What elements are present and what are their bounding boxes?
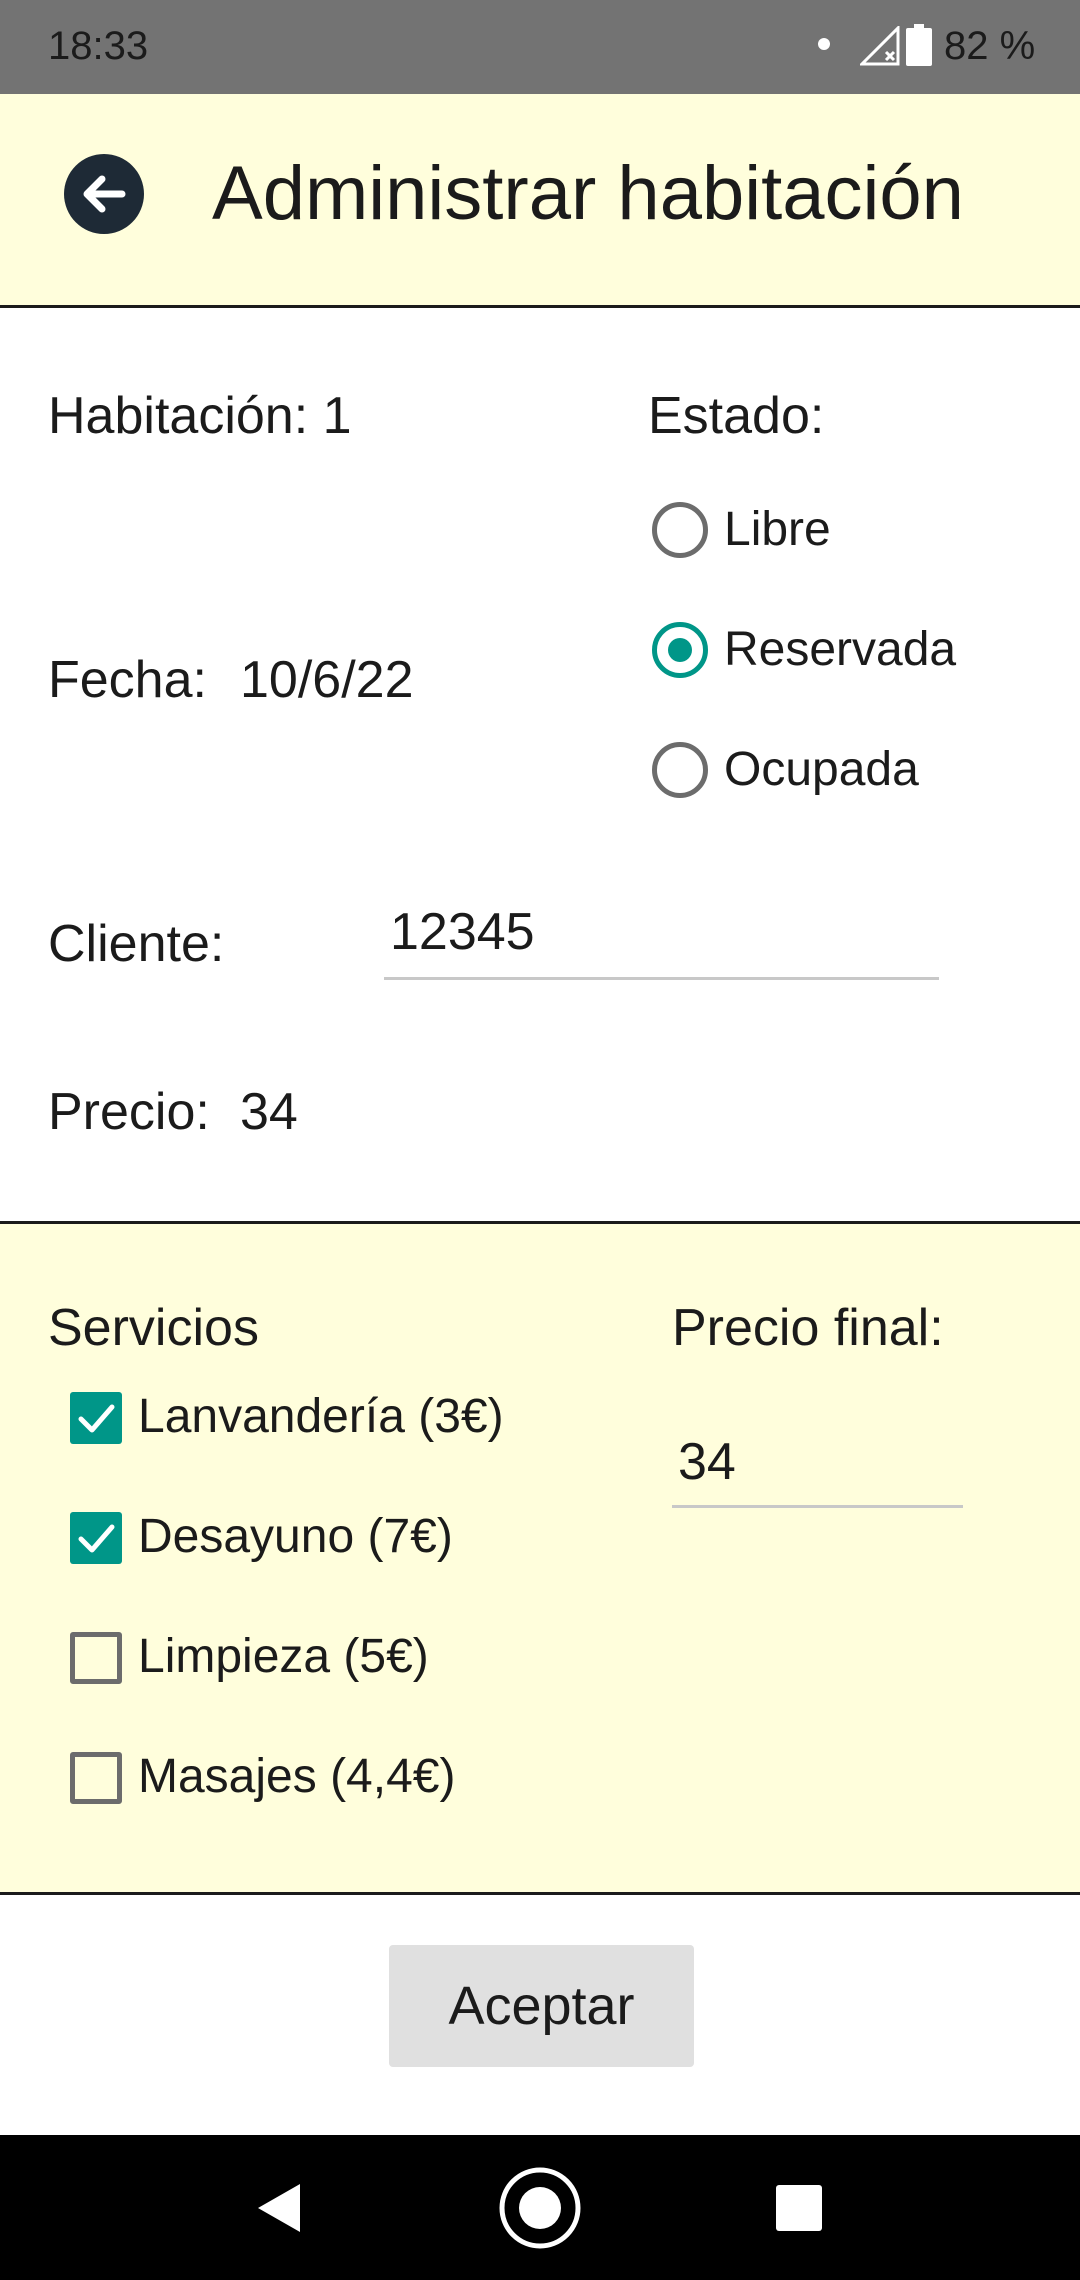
- price-value: 34: [240, 1083, 298, 1141]
- radio-libre[interactable]: [652, 502, 708, 558]
- radio-button-icon: [652, 502, 708, 558]
- check-icon: [78, 1404, 115, 1433]
- final-price-label: Precio final:: [672, 1299, 944, 1357]
- battery-icon: [906, 24, 932, 66]
- nav-back-icon[interactable]: [254, 2182, 304, 2234]
- check-icon: [78, 1524, 115, 1553]
- final-price-input[interactable]: 34: [678, 1430, 736, 1494]
- room-number-label: Habitación: 1: [48, 387, 352, 445]
- client-input-underline: [384, 977, 939, 980]
- status-label: Estado:: [648, 387, 825, 445]
- service-limpieza-label[interactable]: Limpieza (5€): [138, 1627, 429, 1687]
- client-input[interactable]: 12345: [390, 900, 535, 964]
- services-title: Servicios: [48, 1299, 259, 1357]
- radio-ocupada-label[interactable]: Ocupada: [724, 740, 919, 800]
- service-masajes-label[interactable]: Masajes (4,4€): [138, 1747, 455, 1807]
- status-time: 18:33: [48, 24, 149, 68]
- checkbox-desayuno[interactable]: [70, 1512, 122, 1564]
- radio-button-icon: [652, 742, 708, 798]
- accept-button[interactable]: Aceptar: [389, 1945, 694, 2067]
- final-price-underline: [672, 1505, 963, 1508]
- price-label: Precio:: [48, 1083, 210, 1141]
- checkbox-limpieza[interactable]: [70, 1632, 122, 1684]
- nav-recents-icon[interactable]: [776, 2185, 822, 2231]
- radio-button-selected-icon: [652, 622, 708, 678]
- nav-home-icon[interactable]: [498, 2166, 582, 2250]
- radio-dot: [668, 638, 692, 662]
- service-lavanderia-label[interactable]: Lanvandería (3€): [138, 1387, 504, 1447]
- date-value: 10/6/22: [240, 651, 414, 709]
- radio-ocupada[interactable]: [652, 742, 708, 798]
- radio-reservada-label[interactable]: Reservada: [724, 620, 956, 680]
- page-title: Administrar habitación: [212, 151, 964, 236]
- signal-icon: [860, 26, 900, 66]
- checkbox-masajes[interactable]: [70, 1752, 122, 1804]
- checkbox-lavanderia[interactable]: [70, 1392, 122, 1444]
- radio-libre-label[interactable]: Libre: [724, 500, 831, 560]
- service-desayuno-label[interactable]: Desayuno (7€): [138, 1507, 453, 1567]
- client-label: Cliente:: [48, 915, 225, 973]
- arrow-left-icon: [83, 175, 126, 213]
- notification-dot-icon: [818, 38, 830, 50]
- radio-reservada[interactable]: [652, 622, 708, 678]
- date-label: Fecha:: [48, 651, 207, 709]
- battery-percent: 82 %: [944, 24, 1036, 68]
- back-button[interactable]: [64, 154, 144, 234]
